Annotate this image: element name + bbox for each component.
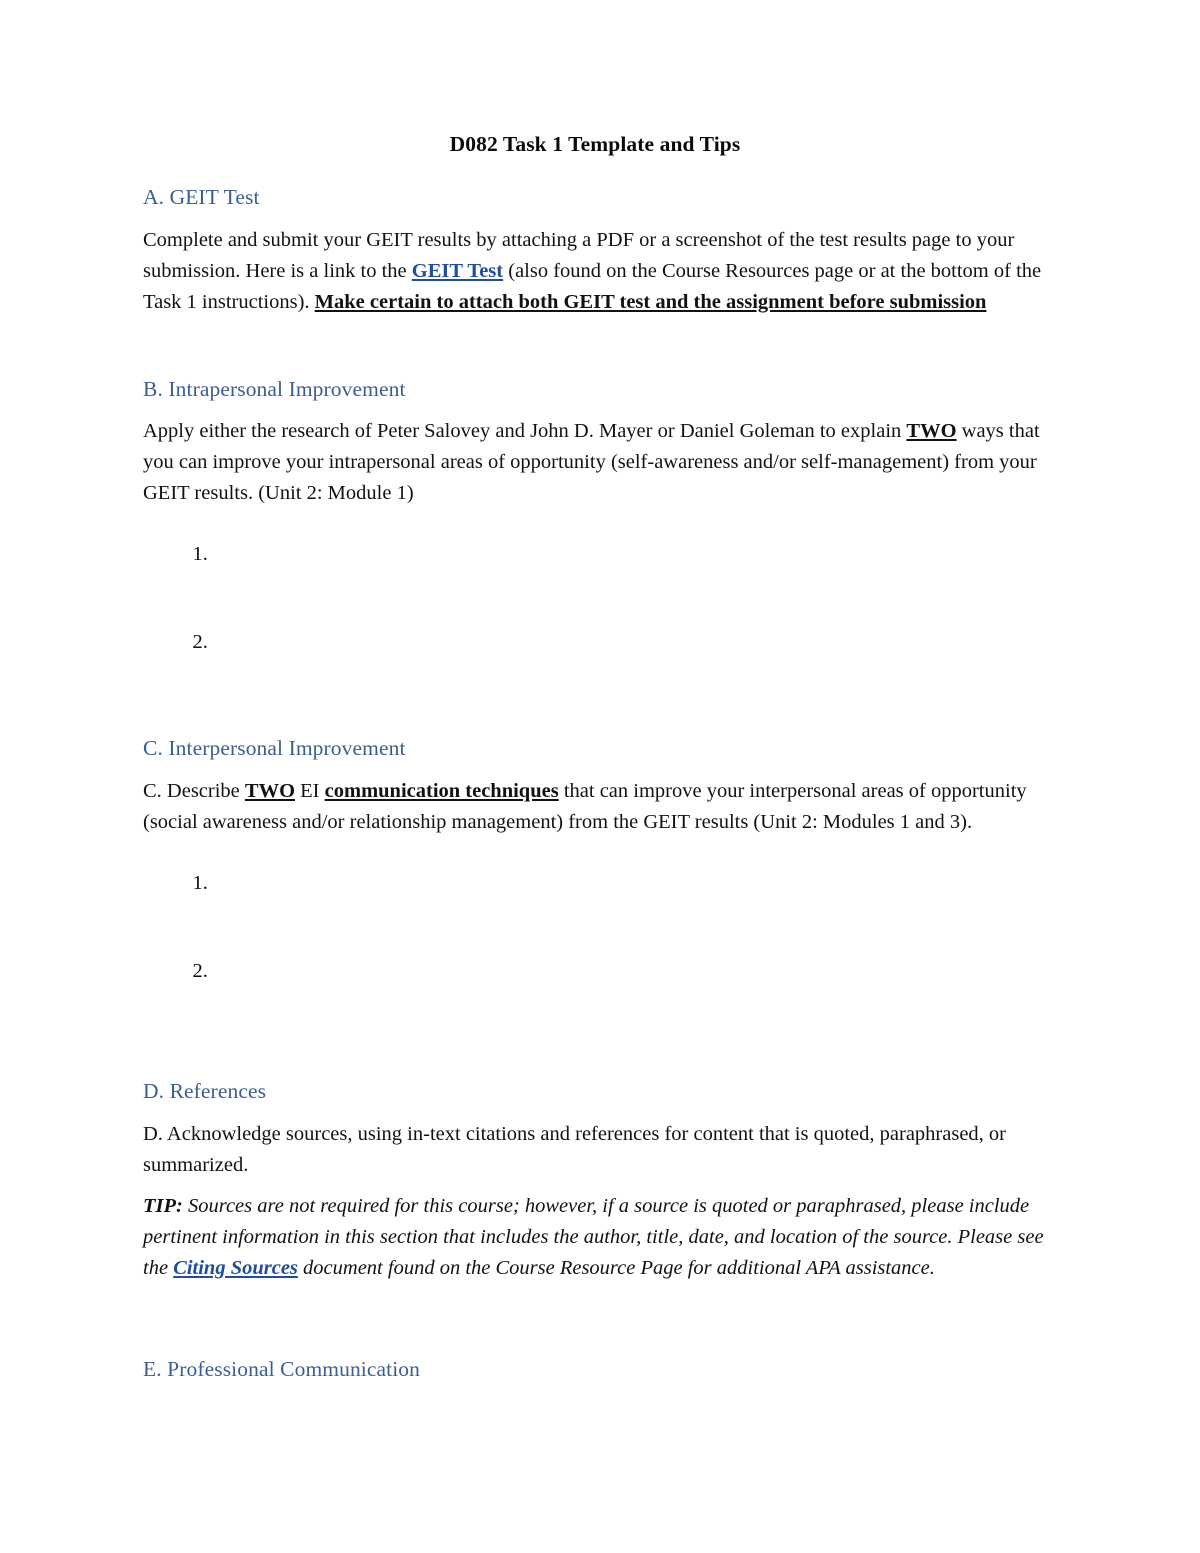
tip-text-2: document found on the Course Resource Pa…: [297, 1256, 935, 1279]
spacer-after-list-b: [143, 715, 1047, 735]
tip-label: TIP:: [143, 1194, 183, 1217]
section-c-emphasis-two: TWO: [244, 780, 296, 803]
list-item-text[interactable]: [213, 540, 223, 561]
spacer-before-list-b: [143, 519, 1047, 539]
section-b-paragraph: Apply either the research of Peter Salov…: [143, 416, 1047, 509]
list-item[interactable]: [213, 539, 1047, 627]
section-heading-e: E. Professional Communication: [143, 1356, 420, 1381]
section-heading-c: C. Interpersonal Improvement: [143, 736, 406, 761]
list-item[interactable]: [213, 868, 1047, 956]
list-item[interactable]: [213, 956, 1047, 1044]
section-heading-a: A. GEIT Test: [143, 184, 260, 209]
spacer-after-list-c: [143, 1044, 1047, 1078]
list-item-text[interactable]: [213, 628, 223, 649]
list-item-text[interactable]: [213, 869, 223, 890]
spacer-after-section-d: [143, 1294, 1047, 1356]
list-item[interactable]: [213, 627, 1047, 715]
page-title: D082 Task 1 Template and Tips: [449, 132, 741, 156]
section-b-emphasis-two: TWO: [906, 420, 957, 443]
spacer-before-list-c: [143, 848, 1047, 868]
section-d-paragraph: D. Acknowledge sources, using in-text ci…: [143, 1122, 1007, 1176]
geit-test-link[interactable]: GEIT Test: [412, 260, 503, 282]
section-b-numbered-list: [143, 539, 1047, 715]
section-d-tip-paragraph: TIP: Sources are not required for this c…: [143, 1191, 1047, 1284]
section-c-emphasis-communication-techniques: communication techniques: [324, 780, 559, 803]
section-heading-b: B. Intrapersonal Improvement: [143, 376, 406, 401]
document-body: D082 Task 1 Template and Tips A. GEIT Te…: [143, 132, 1047, 1397]
section-heading-d: D. References: [143, 1079, 267, 1104]
section-b-text-1: Apply either the research of Peter Salov…: [143, 420, 907, 443]
section-c-paragraph: C. Describe TWO EI communication techniq…: [143, 776, 1047, 838]
section-a-emphasis-note: Make certain to attach both GEIT test an…: [314, 290, 987, 313]
document-page: D082 Task 1 Template and Tips A. GEIT Te…: [0, 0, 1200, 1553]
citing-sources-link[interactable]: Citing Sources: [173, 1257, 298, 1279]
list-item-text[interactable]: [213, 957, 223, 978]
section-c-text-1: C. Describe: [143, 780, 245, 803]
spacer-after-section-a: [143, 328, 1047, 376]
section-c-numbered-list: [143, 868, 1047, 1044]
section-a-paragraph: Complete and submit your GEIT results by…: [143, 225, 1047, 318]
section-c-text-2: EI: [295, 780, 325, 803]
